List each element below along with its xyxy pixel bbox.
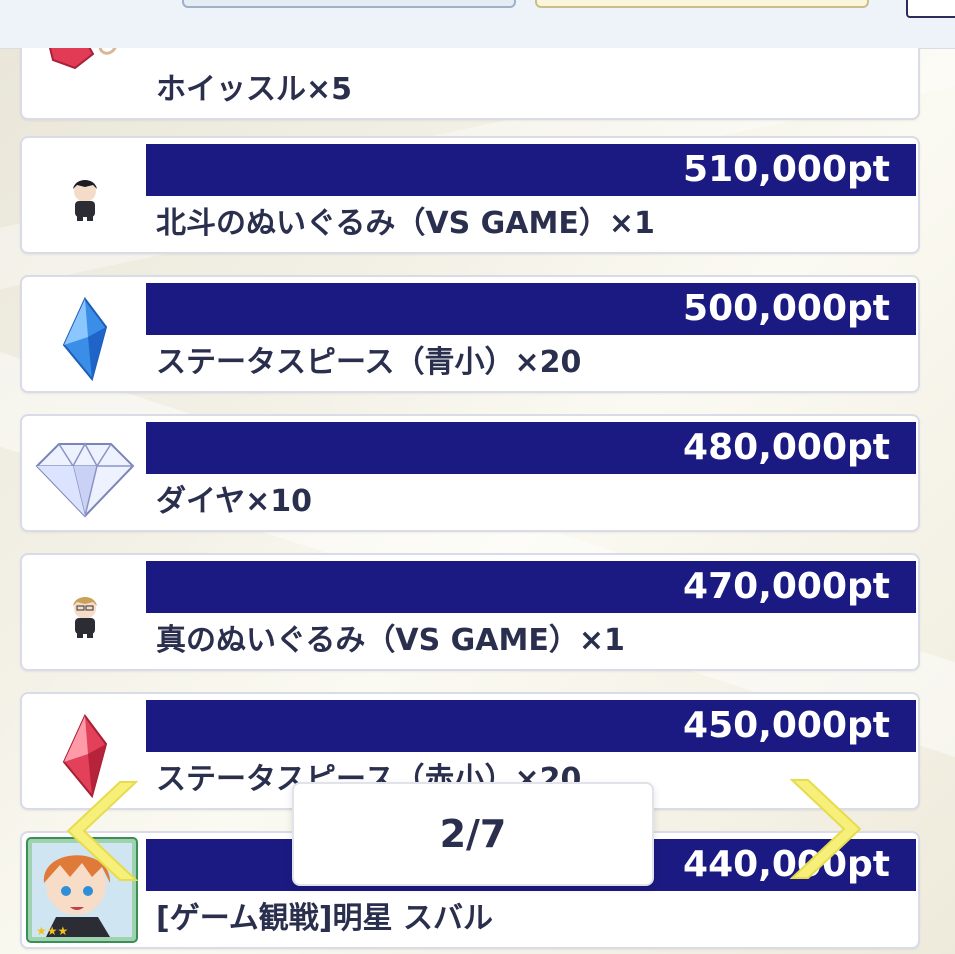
top-corner-button[interactable] [906, 0, 955, 18]
page-indicator: 2/7 [292, 782, 654, 886]
whistle-icon [30, 48, 140, 94]
reward-name: 北斗のぬいぐるみ（VS GAME）×1 [156, 206, 655, 241]
chevron-left-icon [66, 781, 139, 881]
top-bar [0, 0, 955, 49]
reward-item: 480,000pt ダイヤ×10 [20, 414, 920, 532]
reward-item: 500,000pt ステータスピース（青小）×20 [20, 275, 920, 393]
next-page-button[interactable] [786, 774, 866, 884]
points-label: 500,000pt [146, 283, 916, 335]
previous-page-button[interactable] [62, 776, 142, 886]
points-label: 480,000pt [146, 422, 916, 474]
reward-name: ホイッスル×5 [156, 72, 353, 107]
reward-item: ホイッスル×5 [20, 48, 920, 120]
reward-name: 真のぬいぐるみ（VS GAME）×1 [156, 623, 625, 658]
points-label: 510,000pt [146, 144, 916, 196]
plush-makoto-icon [30, 569, 140, 665]
blue-crystal-icon [30, 291, 140, 387]
svg-text:★★★: ★★★ [36, 924, 68, 938]
diamond-icon [30, 430, 140, 526]
top-tab-button[interactable] [535, 0, 869, 8]
points-label: 450,000pt [146, 700, 916, 752]
points-label: 470,000pt [146, 561, 916, 613]
plush-hokuto-icon [30, 152, 140, 248]
reward-item: 510,000pt 北斗のぬいぐるみ（VS GAME）×1 [20, 136, 920, 254]
reward-name: ダイヤ×10 [156, 484, 312, 519]
reward-list[interactable]: ホイッスル×5 510,000pt 北斗のぬいぐるみ（VS GAME）×1 50… [0, 48, 955, 954]
reward-name: [ゲーム観戦]明星 スバル [156, 901, 493, 936]
top-tab-button[interactable] [182, 0, 516, 8]
chevron-right-icon [789, 779, 862, 879]
reward-name: ステータスピース（青小）×20 [156, 345, 582, 380]
reward-item: 470,000pt 真のぬいぐるみ（VS GAME）×1 [20, 553, 920, 671]
